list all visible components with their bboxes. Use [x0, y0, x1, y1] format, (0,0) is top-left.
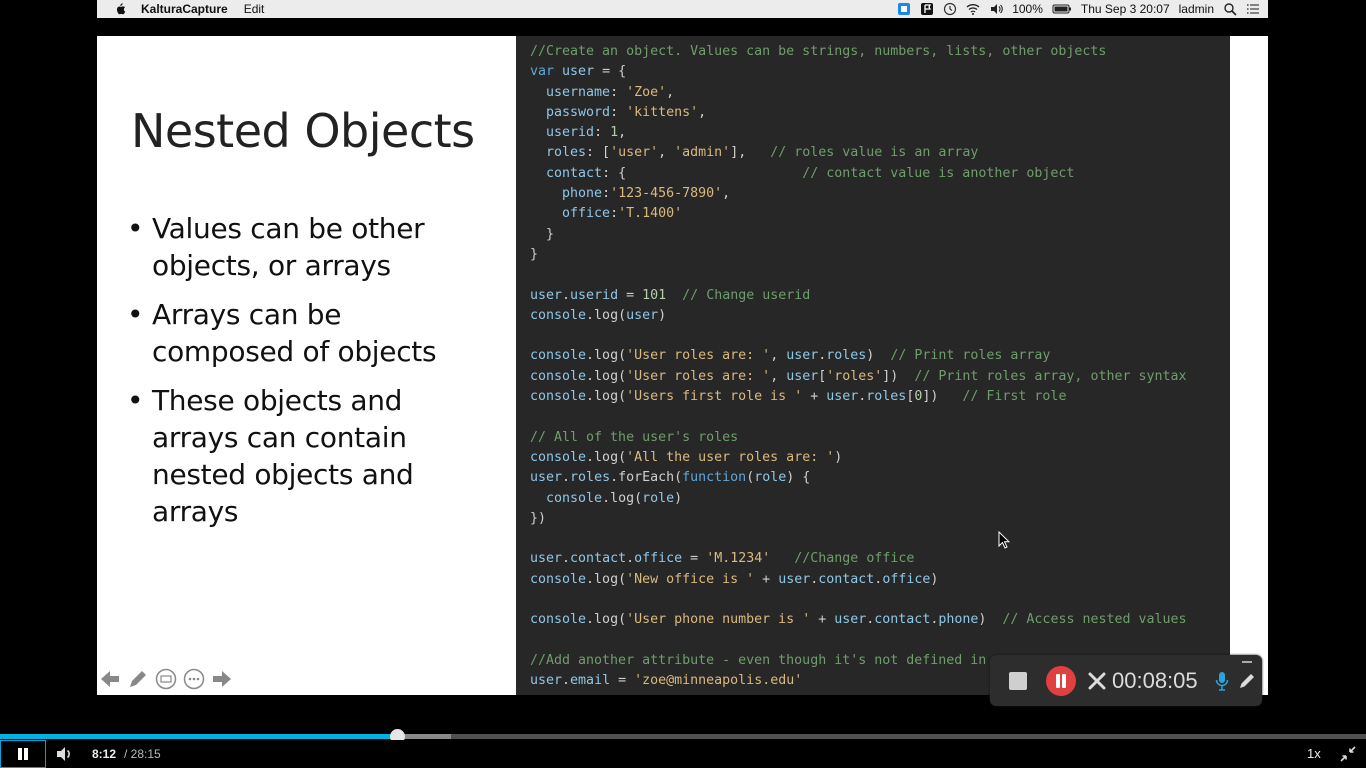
played-range	[0, 734, 397, 739]
previous-slide-arrow-icon[interactable]	[99, 668, 121, 690]
code-listing: //Create an object. Values can be string…	[530, 44, 1187, 689]
slide-bullet: Arrays can be composed of objects	[127, 296, 487, 370]
apple-logo-icon[interactable]	[113, 2, 127, 16]
app-name-menu[interactable]: KalturaCapture	[141, 2, 228, 16]
menubar-user[interactable]: ladmin	[1179, 2, 1214, 16]
pause-button[interactable]	[0, 740, 46, 768]
cancel-recording-icon[interactable]	[1086, 670, 1108, 692]
slide-navigation	[99, 668, 233, 690]
annotation-pen-icon[interactable]	[1238, 672, 1256, 690]
playback-speed-button[interactable]: 1x	[1307, 746, 1321, 761]
flag-icon[interactable]	[920, 2, 934, 16]
stop-recording-button[interactable]	[1009, 671, 1027, 690]
microphone-icon[interactable]	[1214, 671, 1230, 691]
mac-menubar: KalturaCapture Edit 100% Thu Sep 3 20:07…	[97, 0, 1268, 18]
spotlight-search-icon[interactable]	[1223, 2, 1237, 16]
video-progress-bar[interactable]	[0, 729, 1366, 744]
menubar-status-area: 100% Thu Sep 3 20:07 ladmin	[897, 0, 1260, 18]
volume-icon[interactable]	[55, 745, 73, 763]
battery-icon[interactable]	[1052, 2, 1072, 16]
slide-bullet: These objects and arrays can contain nes…	[127, 382, 487, 530]
time-machine-icon[interactable]	[943, 2, 957, 16]
exit-fullscreen-icon[interactable]	[1340, 746, 1356, 762]
battery-percentage: 100%	[1012, 2, 1043, 16]
slide-title: Nested Objects	[131, 104, 475, 158]
code-editor-panel: //Create an object. Values can be string…	[516, 36, 1230, 695]
pause-icon	[18, 748, 28, 760]
kaltura-capture-icon[interactable]	[897, 2, 911, 16]
notification-center-icon[interactable]	[1246, 2, 1260, 16]
wifi-icon[interactable]	[966, 2, 980, 16]
minimize-recorder-button[interactable]	[1242, 661, 1252, 663]
next-slide-arrow-icon[interactable]	[211, 668, 233, 690]
slide-bullet-list: Values can be other objects, or arrays A…	[127, 210, 487, 542]
mouse-cursor-icon	[998, 531, 1010, 549]
menubar-clock[interactable]: Thu Sep 3 20:07	[1081, 2, 1170, 16]
player-controls: 8:12 / 28:15 1x	[0, 740, 1366, 768]
subtitles-icon[interactable]	[155, 668, 177, 690]
current-time: 8:12	[92, 747, 117, 761]
more-options-icon[interactable]	[183, 668, 205, 690]
pen-tool-icon[interactable]	[127, 668, 149, 690]
recording-toolbar: 00:08:05	[990, 655, 1262, 706]
presentation-slide: Nested Objects Values can be other objec…	[97, 36, 1268, 695]
pause-recording-button[interactable]	[1046, 665, 1076, 696]
volume-icon[interactable]	[989, 2, 1003, 16]
slide-bullet: Values can be other objects, or arrays	[127, 210, 487, 284]
recording-timer: 00:08:05	[1112, 667, 1198, 693]
edit-menu[interactable]: Edit	[244, 2, 265, 16]
total-duration: / 28:15	[124, 747, 161, 761]
